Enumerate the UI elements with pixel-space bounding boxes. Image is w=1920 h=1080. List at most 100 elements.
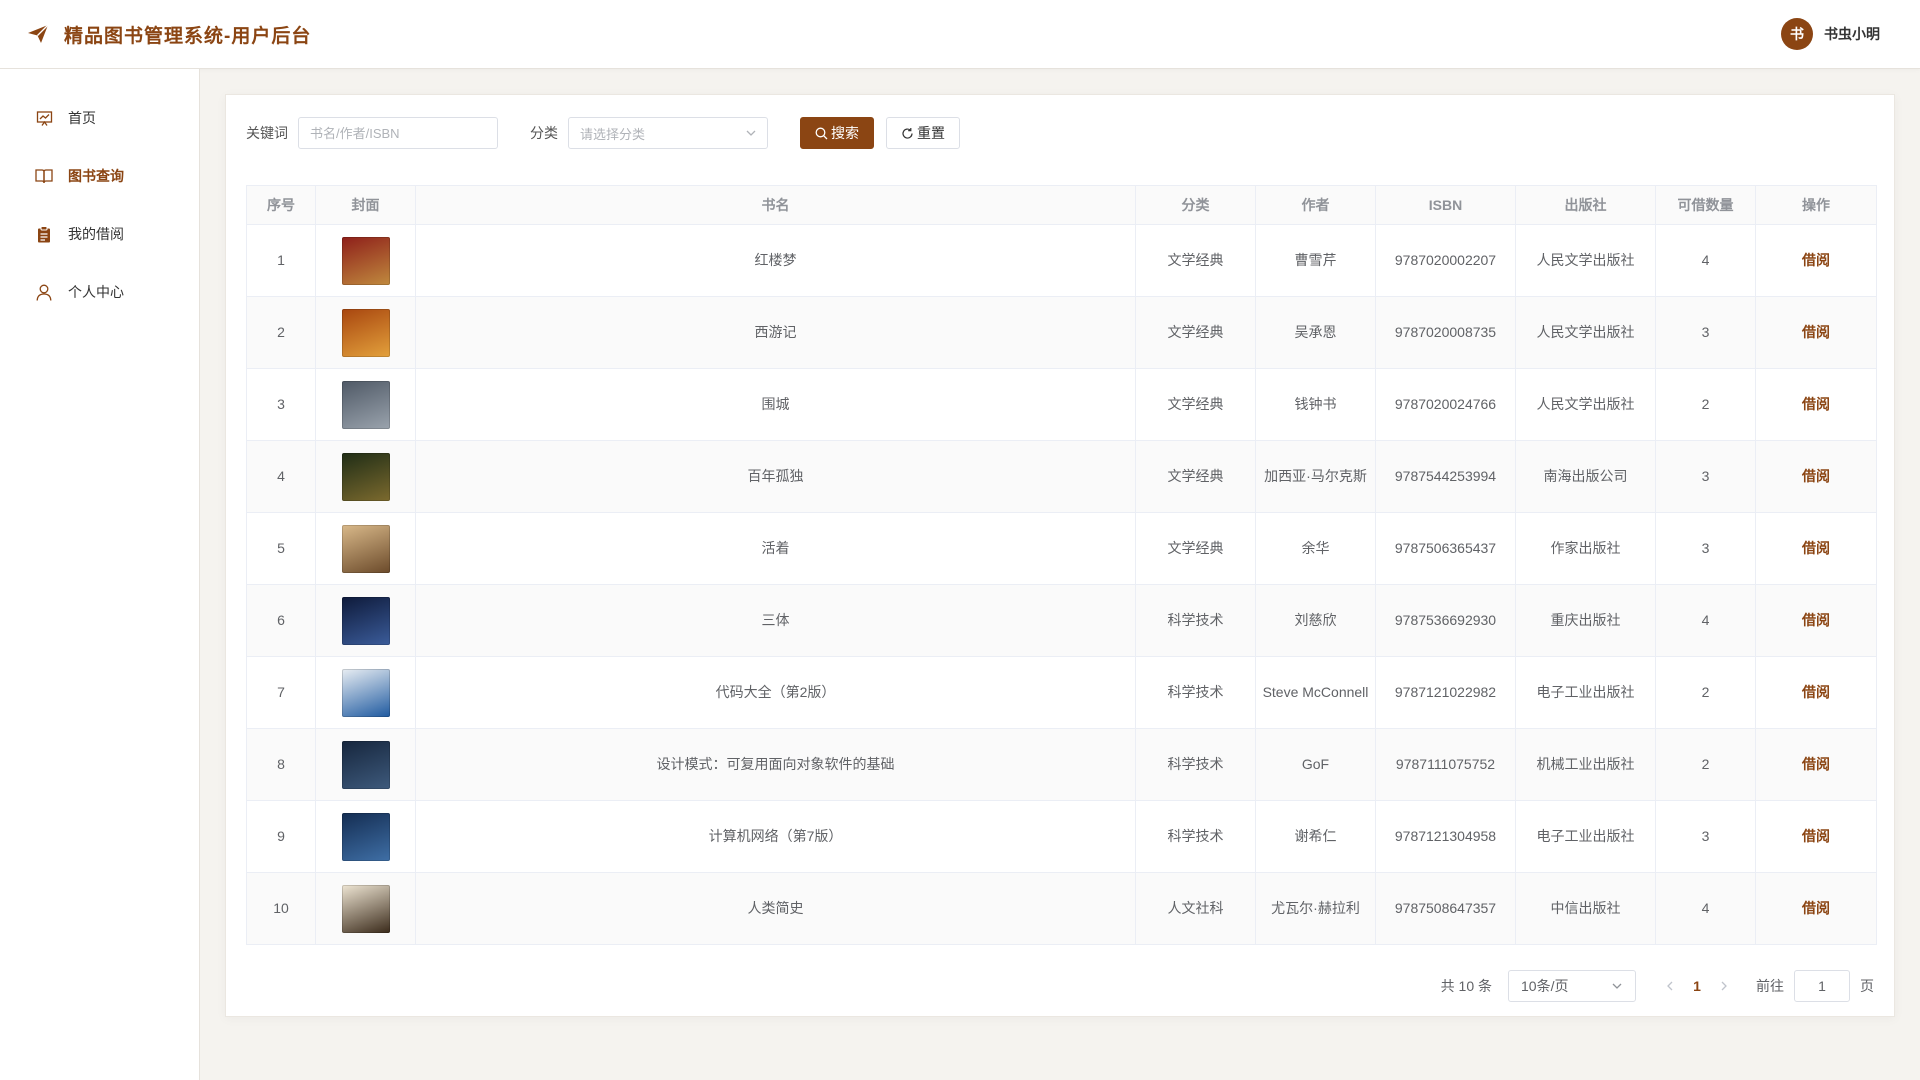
book-publisher: 作家出版社 — [1515, 512, 1656, 585]
book-title: 人类简史 — [415, 872, 1136, 945]
book-category: 文学经典 — [1135, 368, 1256, 441]
book-publisher: 人民文学出版社 — [1515, 224, 1656, 297]
goto-page-input[interactable] — [1794, 970, 1850, 1002]
page-number-current[interactable]: 1 — [1682, 978, 1712, 994]
borrow-button[interactable]: 借阅 — [1802, 540, 1830, 556]
sidebar-item-my-borrow[interactable]: 我的借阅 — [0, 205, 199, 263]
sidebar-item-book-search[interactable]: 图书查询 — [0, 147, 199, 205]
prev-page-button[interactable] — [1658, 978, 1682, 994]
book-cover-image[interactable] — [341, 236, 390, 285]
action-cell: 借阅 — [1755, 368, 1877, 441]
username[interactable]: 书虫小明 — [1824, 24, 1880, 44]
book-isbn: 9787121022982 — [1375, 656, 1516, 729]
book-category: 文学经典 — [1135, 512, 1256, 585]
action-cell: 借阅 — [1755, 800, 1877, 873]
book-author: Steve McConnell — [1255, 656, 1376, 729]
book-author: GoF — [1255, 728, 1376, 801]
row-number: 2 — [246, 296, 316, 369]
borrow-button[interactable]: 借阅 — [1802, 252, 1830, 268]
keyword-input[interactable] — [298, 117, 498, 149]
sidebar-item-home[interactable]: 首页 — [0, 89, 199, 147]
available-count: 2 — [1655, 656, 1756, 729]
avatar[interactable]: 书 — [1781, 18, 1813, 50]
chevron-left-icon — [1667, 981, 1673, 991]
book-category: 人文社科 — [1135, 872, 1256, 945]
action-cell: 借阅 — [1755, 512, 1877, 585]
borrow-button[interactable]: 借阅 — [1802, 828, 1830, 844]
borrow-button[interactable]: 借阅 — [1802, 900, 1830, 916]
book-isbn: 9787121304958 — [1375, 800, 1516, 873]
reset-button[interactable]: 重置 — [886, 117, 960, 149]
book-category: 科学技术 — [1135, 800, 1256, 873]
book-publisher: 电子工业出版社 — [1515, 800, 1656, 873]
page-size-select[interactable]: 10条/页 — [1508, 970, 1636, 1002]
column-header: 出版社 — [1515, 185, 1656, 225]
book-category: 文学经典 — [1135, 224, 1256, 297]
user-menu[interactable]: 书 书虫小明 — [1781, 18, 1880, 50]
sidebar: 首页 图书查询 我的借阅 个人中心 — [0, 69, 200, 1080]
row-number: 3 — [246, 368, 316, 441]
book-author: 谢希仁 — [1255, 800, 1376, 873]
borrow-button[interactable]: 借阅 — [1802, 756, 1830, 772]
row-number: 1 — [246, 224, 316, 297]
borrow-button[interactable]: 借阅 — [1802, 396, 1830, 412]
book-title: 计算机网络（第7版） — [415, 800, 1136, 873]
book-publisher: 电子工业出版社 — [1515, 656, 1656, 729]
column-header: 作者 — [1255, 185, 1376, 225]
book-cover-image[interactable] — [341, 452, 390, 501]
book-author: 吴承恩 — [1255, 296, 1376, 369]
book-cover-image[interactable] — [341, 380, 390, 429]
book-cover-image[interactable] — [341, 740, 390, 789]
app-title: 精品图书管理系统-用户后台 — [64, 25, 312, 47]
table-row: 2 西游记 文学经典 吴承恩 9787020008735 人民文学出版社 3 借阅 — [246, 296, 1877, 369]
column-header: 可借数量 — [1655, 185, 1756, 225]
book-cover-image[interactable] — [341, 668, 390, 717]
book-isbn: 9787536692930 — [1375, 584, 1516, 657]
book-author: 余华 — [1255, 512, 1376, 585]
book-title: 设计模式：可复用面向对象软件的基础 — [415, 728, 1136, 801]
sidebar-item-profile[interactable]: 个人中心 — [0, 263, 199, 321]
available-count: 2 — [1655, 728, 1756, 801]
table-row: 4 百年孤独 文学经典 加西亚·马尔克斯 9787544253994 南海出版公司 3 借阅 — [246, 440, 1877, 513]
book-cover-image[interactable] — [341, 884, 390, 933]
book-cover-image[interactable] — [341, 308, 390, 357]
borrow-button[interactable]: 借阅 — [1802, 324, 1830, 340]
cover-cell — [315, 224, 416, 297]
search-icon — [815, 127, 828, 139]
cover-cell — [315, 800, 416, 873]
book-title: 三体 — [415, 584, 1136, 657]
row-number: 4 — [246, 440, 316, 513]
next-page-button[interactable] — [1712, 978, 1736, 994]
page-size-value: 10条/页 — [1521, 978, 1569, 994]
book-cover-image[interactable] — [341, 812, 390, 861]
brand[interactable]: 精品图书管理系统-用户后台 — [26, 21, 311, 48]
search-button[interactable]: 搜索 — [800, 117, 874, 149]
chevron-right-icon — [1721, 981, 1727, 991]
borrow-button[interactable]: 借阅 — [1802, 468, 1830, 484]
book-cover-image[interactable] — [341, 524, 390, 573]
user-icon — [35, 283, 53, 301]
sidebar-item-label: 个人中心 — [68, 284, 124, 300]
sidebar-item-label: 首页 — [68, 110, 96, 126]
action-cell: 借阅 — [1755, 224, 1877, 297]
book-author: 曹雪芹 — [1255, 224, 1376, 297]
action-cell: 借阅 — [1755, 728, 1877, 801]
book-isbn: 9787020024766 — [1375, 368, 1516, 441]
book-publisher: 南海出版公司 — [1515, 440, 1656, 513]
book-table: 序号 封面 书名 分类 作者 ISBN 出版社 可借数量 操作 1 红楼梦 文学经典… — [246, 185, 1877, 945]
book-open-icon — [35, 167, 53, 185]
table-header-row: 序号 封面 书名 分类 作者 ISBN 出版社 可借数量 操作 — [246, 185, 1877, 225]
book-author: 刘慈欣 — [1255, 584, 1376, 657]
borrow-button[interactable]: 借阅 — [1802, 612, 1830, 628]
book-cover-image[interactable] — [341, 596, 390, 645]
table-row: 3 围城 文学经典 钱钟书 9787020024766 人民文学出版社 2 借阅 — [246, 368, 1877, 441]
book-title: 代码大全（第2版） — [415, 656, 1136, 729]
borrow-button[interactable]: 借阅 — [1802, 684, 1830, 700]
available-count: 3 — [1655, 440, 1756, 513]
column-header: 操作 — [1755, 185, 1877, 225]
category-select[interactable]: 请选择分类 — [568, 117, 768, 149]
available-count: 3 — [1655, 512, 1756, 585]
pagination: 共 10 条 10条/页 1 前往 页 — [1441, 970, 1874, 1002]
chevron-down-icon — [746, 130, 756, 136]
action-cell: 借阅 — [1755, 296, 1877, 369]
